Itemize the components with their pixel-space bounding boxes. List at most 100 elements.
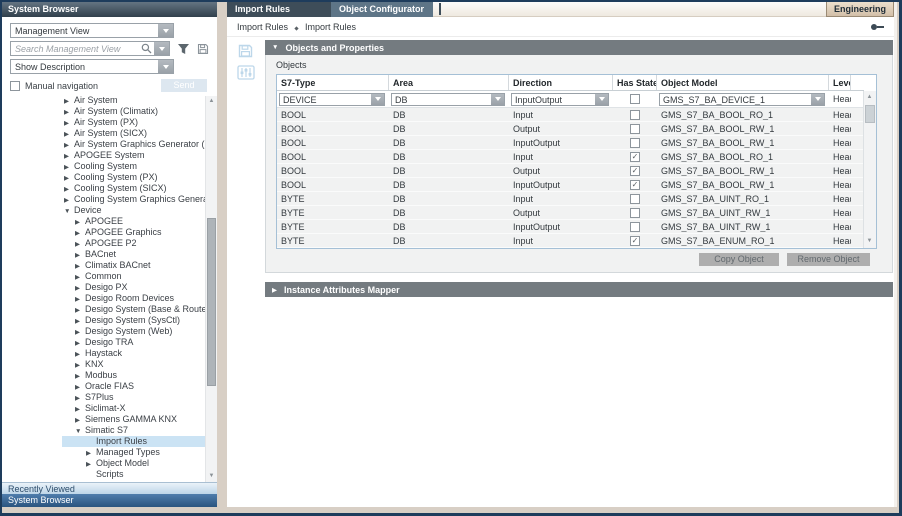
- tree-item[interactable]: ▶Haystack: [62, 348, 205, 359]
- table-row[interactable]: BYTEDBInput✓GMS_S7_BA_ENUM_RO_1Header: [277, 234, 864, 248]
- tree-item[interactable]: ▶Air System (SICX): [62, 128, 205, 139]
- tree-item[interactable]: ▶APOGEE System: [62, 150, 205, 161]
- tree-item[interactable]: ▶Desigo System (SysCtl): [62, 315, 205, 326]
- column-header[interactable]: Has State: [613, 75, 657, 90]
- tree-item[interactable]: ▶Air System (PX): [62, 117, 205, 128]
- scroll-up-icon[interactable]: ▲: [864, 92, 875, 103]
- system-browser-bar[interactable]: System Browser: [2, 494, 217, 507]
- scroll-down-icon[interactable]: ▼: [206, 471, 217, 482]
- expand-icon[interactable]: ▶: [64, 173, 74, 183]
- tree-item[interactable]: ▶Object Model: [62, 458, 205, 469]
- column-header[interactable]: Area: [389, 75, 509, 90]
- table-row[interactable]: BOOLDBInputOutputGMS_S7_BA_BOOL_RW_1Head…: [277, 136, 864, 150]
- tree-item[interactable]: ▶APOGEE P2: [62, 238, 205, 249]
- column-settings-button[interactable]: [234, 65, 258, 80]
- tree-item[interactable]: ▶Air System Graphics Generator (PX): [62, 139, 205, 150]
- tree-item[interactable]: ▶Desigo TRA: [62, 337, 205, 348]
- search-dropdown-button[interactable]: [154, 42, 169, 55]
- tree-item[interactable]: ▶Cooling System (PX): [62, 172, 205, 183]
- tree-item[interactable]: ▶Air System: [62, 96, 205, 106]
- expand-icon[interactable]: ▶: [86, 459, 96, 469]
- instance-attributes-mapper-section-header[interactable]: ▶ Instance Attributes Mapper: [265, 282, 893, 297]
- expand-icon[interactable]: ▶: [64, 107, 74, 117]
- has-state-checkbox[interactable]: [630, 194, 640, 204]
- tree-item[interactable]: ▶APOGEE: [62, 216, 205, 227]
- s7-type-select[interactable]: DEVICE: [279, 93, 385, 106]
- expand-icon[interactable]: ▶: [64, 129, 74, 139]
- tree-item[interactable]: ▶Cooling System Graphics Generator (PX): [62, 194, 205, 205]
- tree-item[interactable]: ▼Simatic S7: [62, 425, 205, 436]
- expand-icon[interactable]: ▶: [75, 228, 85, 238]
- tree-item[interactable]: ▶BACnet: [62, 249, 205, 260]
- pin-icon[interactable]: [871, 24, 884, 30]
- expand-icon[interactable]: ▶: [64, 118, 74, 128]
- collapse-icon[interactable]: ▼: [64, 206, 74, 216]
- has-state-checkbox[interactable]: [630, 94, 640, 104]
- has-state-checkbox[interactable]: ✓: [630, 152, 640, 162]
- expand-icon[interactable]: ▶: [75, 393, 85, 403]
- table-row[interactable]: BOOLDBOutputGMS_S7_BA_BOOL_RW_1Header: [277, 122, 864, 136]
- tree-item[interactable]: ▶Managed Types: [62, 447, 205, 458]
- tree-item[interactable]: ▶Cooling System: [62, 161, 205, 172]
- expand-icon[interactable]: ▶: [272, 286, 277, 294]
- description-selector[interactable]: Show Description: [10, 59, 174, 74]
- tree-item[interactable]: ▶Desigo System (Base & Router): [62, 304, 205, 315]
- expand-icon[interactable]: ▶: [64, 162, 74, 172]
- expand-icon[interactable]: ▶: [75, 360, 85, 370]
- expand-icon[interactable]: ▶: [75, 217, 85, 227]
- tab-object-configurator[interactable]: Object Configurator: [331, 2, 433, 17]
- table-scrollbar-thumb[interactable]: [865, 105, 875, 123]
- area-select[interactable]: DB: [391, 93, 505, 106]
- search-field[interactable]: [10, 41, 170, 56]
- tree-item[interactable]: ▶Air System (Climatix): [62, 106, 205, 117]
- expand-icon[interactable]: ▶: [75, 272, 85, 282]
- tree-item[interactable]: ▶Desigo Room Devices: [62, 293, 205, 304]
- engineering-mode-tab[interactable]: Engineering: [826, 2, 894, 17]
- column-header[interactable]: Direction: [509, 75, 613, 90]
- has-state-checkbox[interactable]: [630, 222, 640, 232]
- dropdown-button[interactable]: [158, 60, 173, 73]
- expand-icon[interactable]: ▶: [75, 371, 85, 381]
- expand-icon[interactable]: ▶: [75, 382, 85, 392]
- table-row[interactable]: BOOLDBOutput✓GMS_S7_BA_BOOL_RW_1Header: [277, 164, 864, 178]
- table-row[interactable]: BOOLDBInputGMS_S7_BA_BOOL_RO_1Header: [277, 108, 864, 122]
- object-model-select[interactable]: GMS_S7_BA_DEVICE_1: [659, 93, 825, 106]
- has-state-checkbox[interactable]: [630, 124, 640, 134]
- filter-button[interactable]: [177, 43, 190, 55]
- expand-icon[interactable]: ▶: [64, 96, 74, 106]
- recently-viewed-bar[interactable]: Recently Viewed: [2, 482, 217, 494]
- panel-splitter[interactable]: [217, 2, 227, 507]
- dropdown-button[interactable]: [595, 94, 608, 105]
- manual-navigation-checkbox[interactable]: [10, 81, 20, 91]
- expand-icon[interactable]: ▶: [75, 250, 85, 260]
- collapse-icon[interactable]: ▼: [75, 426, 85, 436]
- tree-item[interactable]: Import Rules: [62, 436, 205, 447]
- has-state-checkbox[interactable]: ✓: [630, 236, 640, 246]
- expand-icon[interactable]: ▶: [75, 305, 85, 315]
- has-state-checkbox[interactable]: [630, 138, 640, 148]
- dropdown-button[interactable]: [491, 94, 504, 105]
- expand-icon[interactable]: ▶: [75, 239, 85, 249]
- expand-icon[interactable]: ▶: [75, 294, 85, 304]
- scroll-down-icon[interactable]: ▼: [864, 236, 875, 247]
- expand-icon[interactable]: ▶: [64, 151, 74, 161]
- save-search-button[interactable]: [197, 43, 209, 55]
- tree-item[interactable]: ▼Device: [62, 205, 205, 216]
- tree-item[interactable]: ▶APOGEE Graphics: [62, 227, 205, 238]
- table-scrollbar[interactable]: ▲ ▼: [863, 91, 876, 248]
- tree-item[interactable]: ▶Desigo System (Web): [62, 326, 205, 337]
- expand-icon[interactable]: ▶: [75, 316, 85, 326]
- tree-scrollbar[interactable]: ▲ ▼: [205, 96, 217, 482]
- tree-item[interactable]: ▶Climatix BACnet: [62, 260, 205, 271]
- table-row[interactable]: BYTEDBInputOutputGMS_S7_BA_UINT_RW_1Head…: [277, 220, 864, 234]
- expand-icon[interactable]: ▶: [86, 448, 96, 458]
- dropdown-button[interactable]: [811, 94, 824, 105]
- remove-object-button[interactable]: Remove Object: [787, 253, 870, 266]
- direction-select[interactable]: InputOutput: [511, 93, 609, 106]
- collapse-icon[interactable]: ▼: [272, 44, 278, 51]
- tree-item[interactable]: ▶Siemens GAMMA KNX: [62, 414, 205, 425]
- view-selector[interactable]: Management View: [10, 23, 174, 38]
- has-state-checkbox[interactable]: [630, 208, 640, 218]
- tree-item[interactable]: ▶KNX: [62, 359, 205, 370]
- table-row[interactable]: BYTEDBOutputGMS_S7_BA_UINT_RW_1Header: [277, 206, 864, 220]
